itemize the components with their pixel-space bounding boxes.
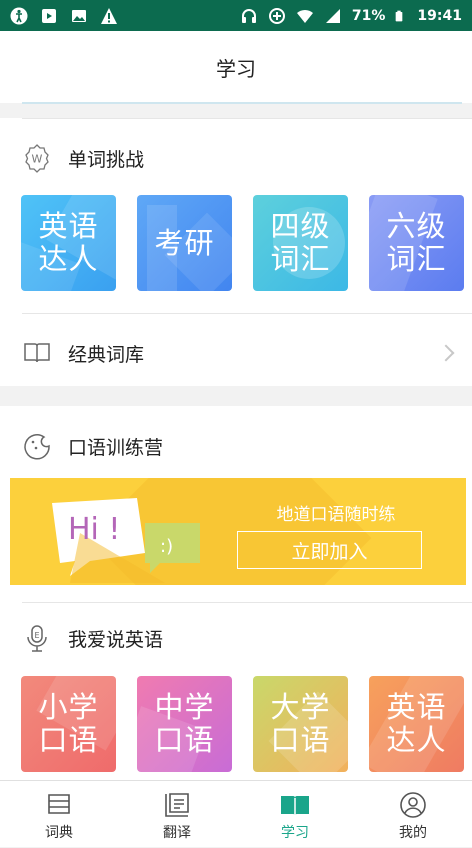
tile-label: 小学 口语: [38, 690, 99, 757]
tab-me[interactable]: 我的: [354, 781, 472, 848]
section-divider: [22, 602, 472, 603]
image-icon: [72, 9, 86, 22]
tab-study[interactable]: 学习: [236, 781, 354, 848]
oral-camp-title: 口语训练营: [68, 436, 164, 459]
tile-label: 英语 达人: [38, 209, 99, 276]
video-icon: [42, 8, 56, 23]
open-book-icon: [281, 796, 309, 816]
tab-label: 学习: [281, 825, 309, 841]
tile-label: 中学 口语: [154, 690, 215, 757]
bottom-tab-bar: 词典 翻译 学习 我的: [0, 780, 472, 847]
tab-dictionary[interactable]: 词典: [0, 781, 118, 848]
banner-slogan: 地道口语随时练: [276, 505, 396, 525]
translate-icon: [165, 793, 189, 817]
section-divider: [22, 313, 472, 314]
dictionary-icon: [48, 794, 70, 814]
love-english-tiles: 小学 口语 中学 口语 大学 口语 英语 达人: [21, 676, 464, 772]
svg-text:E: E: [34, 631, 39, 640]
open-book-icon: [24, 343, 50, 363]
tile-label: 英语 达人: [386, 690, 447, 757]
chevron-right-icon: [437, 344, 455, 362]
tab-label: 词典: [45, 825, 73, 841]
warning-icon: [101, 7, 117, 24]
wifi-icon: [296, 9, 313, 23]
bitten-circle-icon: [24, 434, 50, 460]
tile-label: 六级 词汇: [386, 209, 447, 276]
top-divider: [22, 118, 472, 119]
accessibility-icon: [10, 7, 28, 24]
tab-label: 我的: [399, 825, 427, 841]
word-challenge-card: W 单词挑战 英语 达人 考研 四级 词汇 六级 词汇 经典词库: [0, 118, 472, 386]
word-challenge-title: 单词挑战: [68, 148, 145, 171]
oral-camp-header: 口语训练营: [0, 416, 472, 476]
main-content[interactable]: W 单词挑战 英语 达人 考研 四级 词汇 六级 词汇 经典词库 口语训练营 H…: [0, 104, 472, 780]
data-saver-icon: [268, 7, 285, 24]
page-title: 学习: [216, 56, 256, 81]
tile-label: 四级 词汇: [270, 209, 331, 276]
word-challenge-header: W 单词挑战: [0, 128, 472, 188]
tile-english-expert[interactable]: 英语 达人: [21, 195, 116, 291]
clock: 19:41: [417, 7, 462, 24]
status-bar: 71% 19:41: [0, 0, 472, 31]
word-challenge-tiles: 英语 达人 考研 四级 词汇 六级 词汇: [21, 195, 464, 291]
emoticon-text: :): [160, 536, 174, 557]
tile-cet4[interactable]: 四级 词汇: [253, 195, 348, 291]
love-english-header: E 我爱说英语: [0, 608, 472, 668]
tile-primary-oral[interactable]: 小学 口语: [21, 676, 116, 772]
oral-camp-banner[interactable]: Hi ! :) 地道口语随时练 立即加入: [10, 478, 466, 585]
hi-bubble-text: Hi !: [68, 512, 121, 547]
battery-percent: 71%: [351, 7, 386, 24]
battery-icon: [396, 10, 403, 21]
microphone-icon: E: [27, 625, 47, 652]
classic-lexicon-row[interactable]: 经典词库: [0, 323, 472, 383]
tile-label: 大学 口语: [270, 690, 331, 757]
w-badge-icon: W: [25, 144, 49, 173]
tab-label: 翻译: [163, 825, 191, 841]
join-now-button[interactable]: 立即加入: [237, 531, 422, 569]
user-icon: [400, 792, 426, 818]
headphones-icon: [241, 8, 256, 23]
page-header: 学习: [0, 31, 472, 103]
tile-cet6[interactable]: 六级 词汇: [369, 195, 464, 291]
tile-middle-oral[interactable]: 中学 口语: [137, 676, 232, 772]
svg-text:W: W: [32, 153, 43, 166]
classic-lexicon-title: 经典词库: [68, 343, 145, 366]
tab-translate[interactable]: 翻译: [118, 781, 236, 848]
tile-label: 考研: [154, 225, 215, 260]
oral-camp-card: 口语训练营 Hi ! :) 地道口语随时练 立即加入 E 我爱说英语 小学 口语…: [0, 406, 472, 780]
tile-college-oral[interactable]: 大学 口语: [253, 676, 348, 772]
tile-postgrad[interactable]: 考研: [137, 195, 232, 291]
signal-icon: [325, 8, 340, 23]
tile-english-expert-oral[interactable]: 英语 达人: [369, 676, 464, 772]
love-english-title: 我爱说英语: [68, 628, 164, 651]
